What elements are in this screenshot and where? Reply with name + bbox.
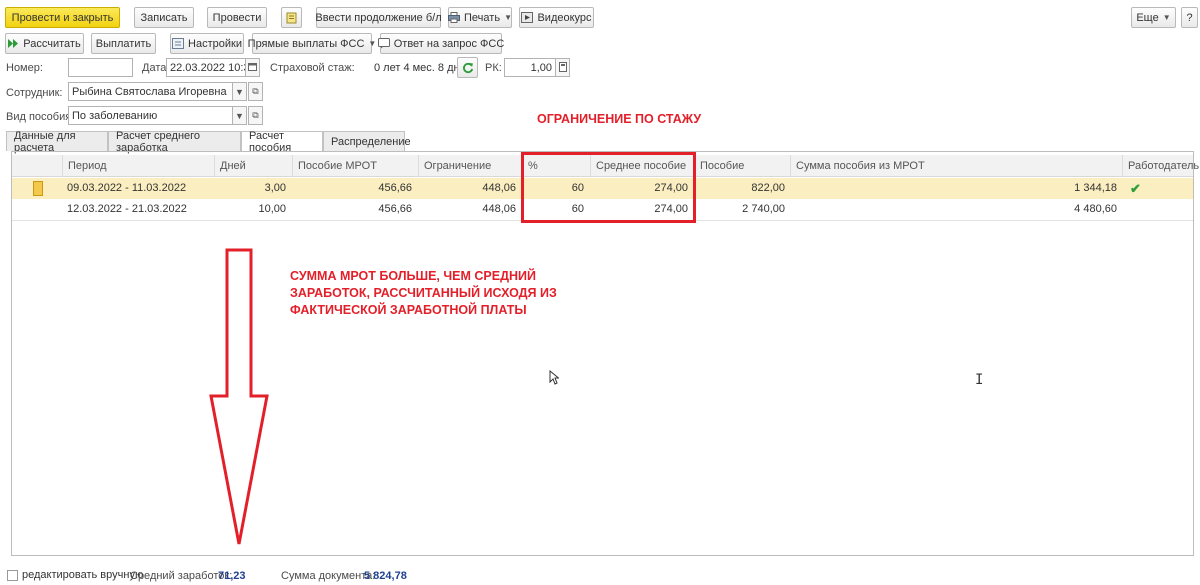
annotation-mrot-line3: ФАКТИЧЕСКОЙ ЗАРАБОТНОЙ ПЛАТЫ <box>290 303 527 317</box>
cell-benefit: 2 740,00 <box>742 203 785 215</box>
date-input[interactable]: 22.03.2022 10:33: <box>166 58 246 77</box>
cell-days: 10,00 <box>258 203 286 215</box>
calculate-icon <box>8 39 19 48</box>
number-input[interactable] <box>68 58 133 77</box>
video-icon <box>521 12 534 23</box>
cell-benefit: 822,00 <box>751 182 785 194</box>
direct-payments-label: Прямые выплаты ФСС <box>247 37 365 50</box>
settings-label: Настройки <box>188 37 242 50</box>
open-icon: ⧉ <box>252 110 259 120</box>
report-button[interactable] <box>281 7 302 28</box>
video-course-label: Видеокурс <box>537 11 592 24</box>
calculator-button[interactable] <box>555 58 570 77</box>
rk-label: РК: <box>485 62 502 74</box>
column-header-period[interactable]: Период <box>62 155 214 177</box>
refresh-icon <box>462 62 474 74</box>
document-sum-value: 5 824,78 <box>364 570 407 582</box>
insurance-experience-label: Страховой стаж: <box>270 62 355 74</box>
cell-mrot-benefit: 456,66 <box>378 203 412 215</box>
direct-payments-button[interactable]: Прямые выплаты ФСС ▼ <box>248 33 376 54</box>
cell-limit: 448,06 <box>482 203 516 215</box>
continue-sick-leave-button[interactable]: Ввести продолжение б/л <box>315 7 442 28</box>
cell-limit: 448,06 <box>482 182 516 194</box>
cell-period: 12.03.2022 - 21.03.2022 <box>67 203 187 215</box>
calendar-button[interactable] <box>245 58 260 77</box>
refresh-button[interactable] <box>457 57 478 78</box>
benefit-type-open-button[interactable]: ⧉ <box>248 106 263 125</box>
column-header-marker <box>12 155 62 177</box>
chevron-down-icon: ▼ <box>235 110 244 121</box>
calculator-icon <box>558 61 567 74</box>
rk-input[interactable]: 1,00 <box>504 58 556 77</box>
highlight-box <box>521 152 696 223</box>
post-button[interactable]: Провести <box>207 7 267 28</box>
annotation-mrot-line1: СУММА МРОТ БОЛЬШЕ, ЧЕМ СРЕДНИЙ <box>290 269 536 283</box>
print-button[interactable]: Печать ▼ <box>448 7 512 28</box>
cell-period: 09.03.2022 - 11.03.2022 <box>67 182 187 194</box>
edit-manual-label: редактировать вручную <box>22 569 144 581</box>
cursor-icon <box>549 370 559 385</box>
edit-manual-checkbox[interactable] <box>7 570 18 581</box>
pay-button[interactable]: Выплатить <box>91 33 156 54</box>
column-header-mrot-benefit[interactable]: Пособие МРОТ <box>292 155 418 177</box>
fss-reply-button[interactable]: Ответ на запрос ФСС <box>377 33 505 54</box>
benefit-type-input[interactable]: По заболеванию <box>68 106 233 125</box>
chevron-down-icon: ▼ <box>368 39 377 48</box>
number-label: Номер: <box>6 62 43 74</box>
cell-mrot-sum: 4 480,60 <box>1074 203 1117 215</box>
tab-avg-earnings[interactable]: Расчет среднего заработка <box>108 130 241 154</box>
document-sum-label: Сумма документа: <box>281 570 376 582</box>
chevron-down-icon: ▼ <box>1162 13 1171 22</box>
cell-days: 3,00 <box>264 182 286 194</box>
annotation-limit: ОГРАНИЧЕНИЕ ПО СТАЖУ <box>537 112 702 126</box>
column-header-limit[interactable]: Ограничение <box>418 155 522 177</box>
employee-label: Сотрудник: <box>6 87 63 99</box>
tab-distribution[interactable]: Распределение <box>323 131 411 151</box>
help-icon: ? <box>1186 11 1193 24</box>
chevron-down-icon: ▼ <box>235 86 244 97</box>
post-and-close-button[interactable]: Провести и закрыть <box>5 7 120 28</box>
employee-dropdown-button[interactable]: ▼ <box>232 82 247 101</box>
print-label: Печать <box>464 11 501 24</box>
print-icon <box>448 12 461 23</box>
chevron-down-icon: ▼ <box>504 13 512 22</box>
employee-input[interactable]: Рыбина Святослава Игоревна <box>68 82 233 101</box>
employee-open-button[interactable]: ⧉ <box>248 82 263 101</box>
avg-earnings-label: Средний заработок: <box>130 570 233 582</box>
benefit-type-dropdown-button[interactable]: ▼ <box>232 106 247 125</box>
column-header-benefit[interactable]: Пособие <box>694 155 790 177</box>
tab-benefit-calc[interactable]: Расчет пособия <box>241 130 323 154</box>
annotation-mrot-line2: ЗАРАБОТОК, РАССЧИТАННЫЙ ИСХОДЯ ИЗ <box>290 286 557 300</box>
calculate-label: Рассчитать <box>23 37 81 50</box>
column-header-mrot-sum[interactable]: Сумма пособия из МРОТ <box>790 155 1122 177</box>
save-button[interactable]: Записать <box>134 7 194 28</box>
more-button[interactable]: Еще ▼ <box>1131 7 1176 28</box>
arrow-down-icon <box>209 248 269 545</box>
document-icon <box>286 12 297 24</box>
more-label: Еще <box>1136 11 1159 24</box>
cell-mrot-benefit: 456,66 <box>378 182 412 194</box>
open-icon: ⧉ <box>252 86 259 96</box>
tab-calc-data[interactable]: Данные для расчета <box>6 130 108 154</box>
calendar-icon <box>248 62 257 73</box>
settings-icon <box>172 38 185 49</box>
insurance-experience-value: 0 лет 4 мес. 8 дн. <box>374 62 463 74</box>
message-icon <box>377 38 390 49</box>
video-course-button[interactable]: Видеокурс <box>519 7 594 28</box>
column-header-days[interactable]: Дней <box>214 155 292 177</box>
help-button[interactable]: ? <box>1181 7 1198 28</box>
text-cursor-icon: I <box>975 372 984 388</box>
settings-button[interactable]: Настройки <box>170 33 244 54</box>
check-icon: ✔ <box>1130 181 1141 196</box>
calculate-button[interactable]: Рассчитать <box>5 33 84 54</box>
row-marker <box>33 181 43 196</box>
column-header-employer[interactable]: Работодатель <box>1122 155 1199 177</box>
avg-earnings-value: 71,23 <box>218 570 246 582</box>
benefit-type-label: Вид пособия: <box>6 111 75 123</box>
fss-reply-label: Ответ на запрос ФСС <box>393 37 505 50</box>
cell-mrot-sum: 1 344,18 <box>1074 182 1117 194</box>
annotation-mrot: СУММА МРОТ БОЛЬШЕ, ЧЕМ СРЕДНИЙ ЗАРАБОТОК… <box>290 268 557 319</box>
